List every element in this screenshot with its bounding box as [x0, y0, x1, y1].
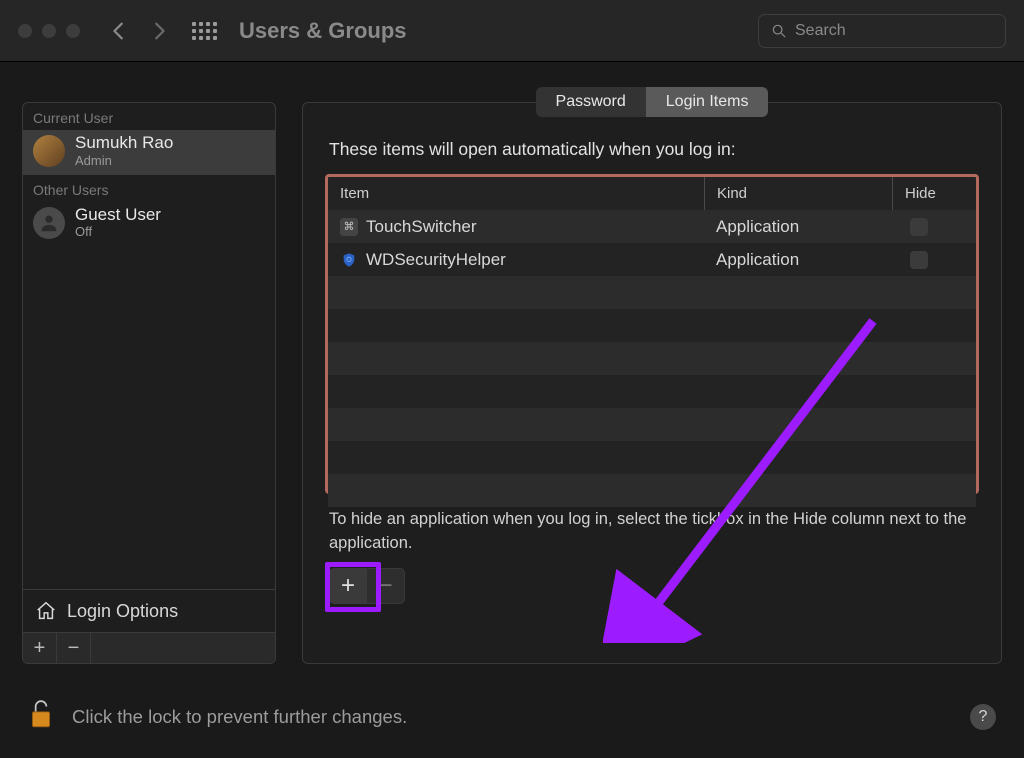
- search-icon: [771, 23, 787, 39]
- search-field[interactable]: Search: [758, 14, 1006, 48]
- toolbar: Users & Groups Search: [0, 0, 1024, 62]
- footer: Click the lock to prevent further change…: [28, 699, 996, 734]
- search-placeholder: Search: [795, 22, 846, 40]
- help-button[interactable]: ?: [970, 704, 996, 730]
- lock-icon[interactable]: [28, 699, 54, 734]
- avatar: [33, 135, 65, 167]
- col-header-hide[interactable]: Hide: [892, 177, 976, 210]
- section-other-users: Other Users: [23, 174, 275, 202]
- hide-checkbox[interactable]: [910, 218, 928, 236]
- item-kind: Application: [704, 217, 892, 237]
- shield-icon: [340, 251, 358, 269]
- user-name: Sumukh Rao: [75, 134, 173, 153]
- sidebar-add-remove: + −: [23, 632, 275, 663]
- tab-segment: Password Login Items: [536, 87, 769, 117]
- user-role: Off: [75, 224, 161, 239]
- user-row-current[interactable]: Sumukh Rao Admin: [23, 130, 275, 174]
- item-kind: Application: [704, 250, 892, 270]
- touchswitcher-icon: ⌘: [340, 218, 358, 236]
- window-controls: [18, 24, 80, 38]
- hide-checkbox[interactable]: [910, 251, 928, 269]
- user-name: Guest User: [75, 206, 161, 225]
- tab-password[interactable]: Password: [536, 87, 646, 117]
- forward-icon[interactable]: [148, 20, 170, 42]
- traffic-minimize[interactable]: [42, 24, 56, 38]
- lock-text: Click the lock to prevent further change…: [72, 706, 407, 728]
- table-row[interactable]: ⌘ TouchSwitcher Application: [328, 210, 976, 243]
- login-options[interactable]: Login Options: [23, 589, 275, 632]
- col-header-item[interactable]: Item: [328, 177, 704, 210]
- login-items-add-remove: + −: [329, 568, 975, 604]
- traffic-close[interactable]: [18, 24, 32, 38]
- home-icon: [35, 600, 57, 622]
- guest-avatar-icon: [33, 207, 65, 239]
- add-user-button[interactable]: +: [23, 633, 57, 663]
- remove-user-button[interactable]: −: [57, 633, 91, 663]
- table-header: Item Kind Hide: [328, 177, 976, 210]
- traffic-zoom[interactable]: [66, 24, 80, 38]
- nav-arrows: [108, 20, 170, 42]
- annotation-highlight: [325, 562, 381, 612]
- user-row-guest[interactable]: Guest User Off: [23, 202, 275, 246]
- col-header-kind[interactable]: Kind: [704, 177, 892, 210]
- back-icon[interactable]: [108, 20, 130, 42]
- show-all-icon[interactable]: [192, 22, 217, 40]
- main-panel: Password Login Items These items will op…: [302, 102, 1002, 664]
- hide-hint: To hide an application when you log in, …: [303, 494, 1001, 566]
- user-role: Admin: [75, 153, 173, 168]
- window-title: Users & Groups: [239, 18, 407, 44]
- item-name: TouchSwitcher: [366, 217, 477, 237]
- login-items-table: Item Kind Hide ⌘ TouchSwitcher Application…: [325, 174, 979, 494]
- table-row[interactable]: WDSecurityHelper Application: [328, 243, 976, 276]
- tab-login-items[interactable]: Login Items: [646, 87, 769, 117]
- item-name: WDSecurityHelper: [366, 250, 506, 270]
- section-current-user: Current User: [23, 103, 275, 130]
- user-sidebar: Current User Sumukh Rao Admin Other User…: [22, 102, 276, 664]
- login-items-hint: These items will open automatically when…: [303, 117, 1001, 174]
